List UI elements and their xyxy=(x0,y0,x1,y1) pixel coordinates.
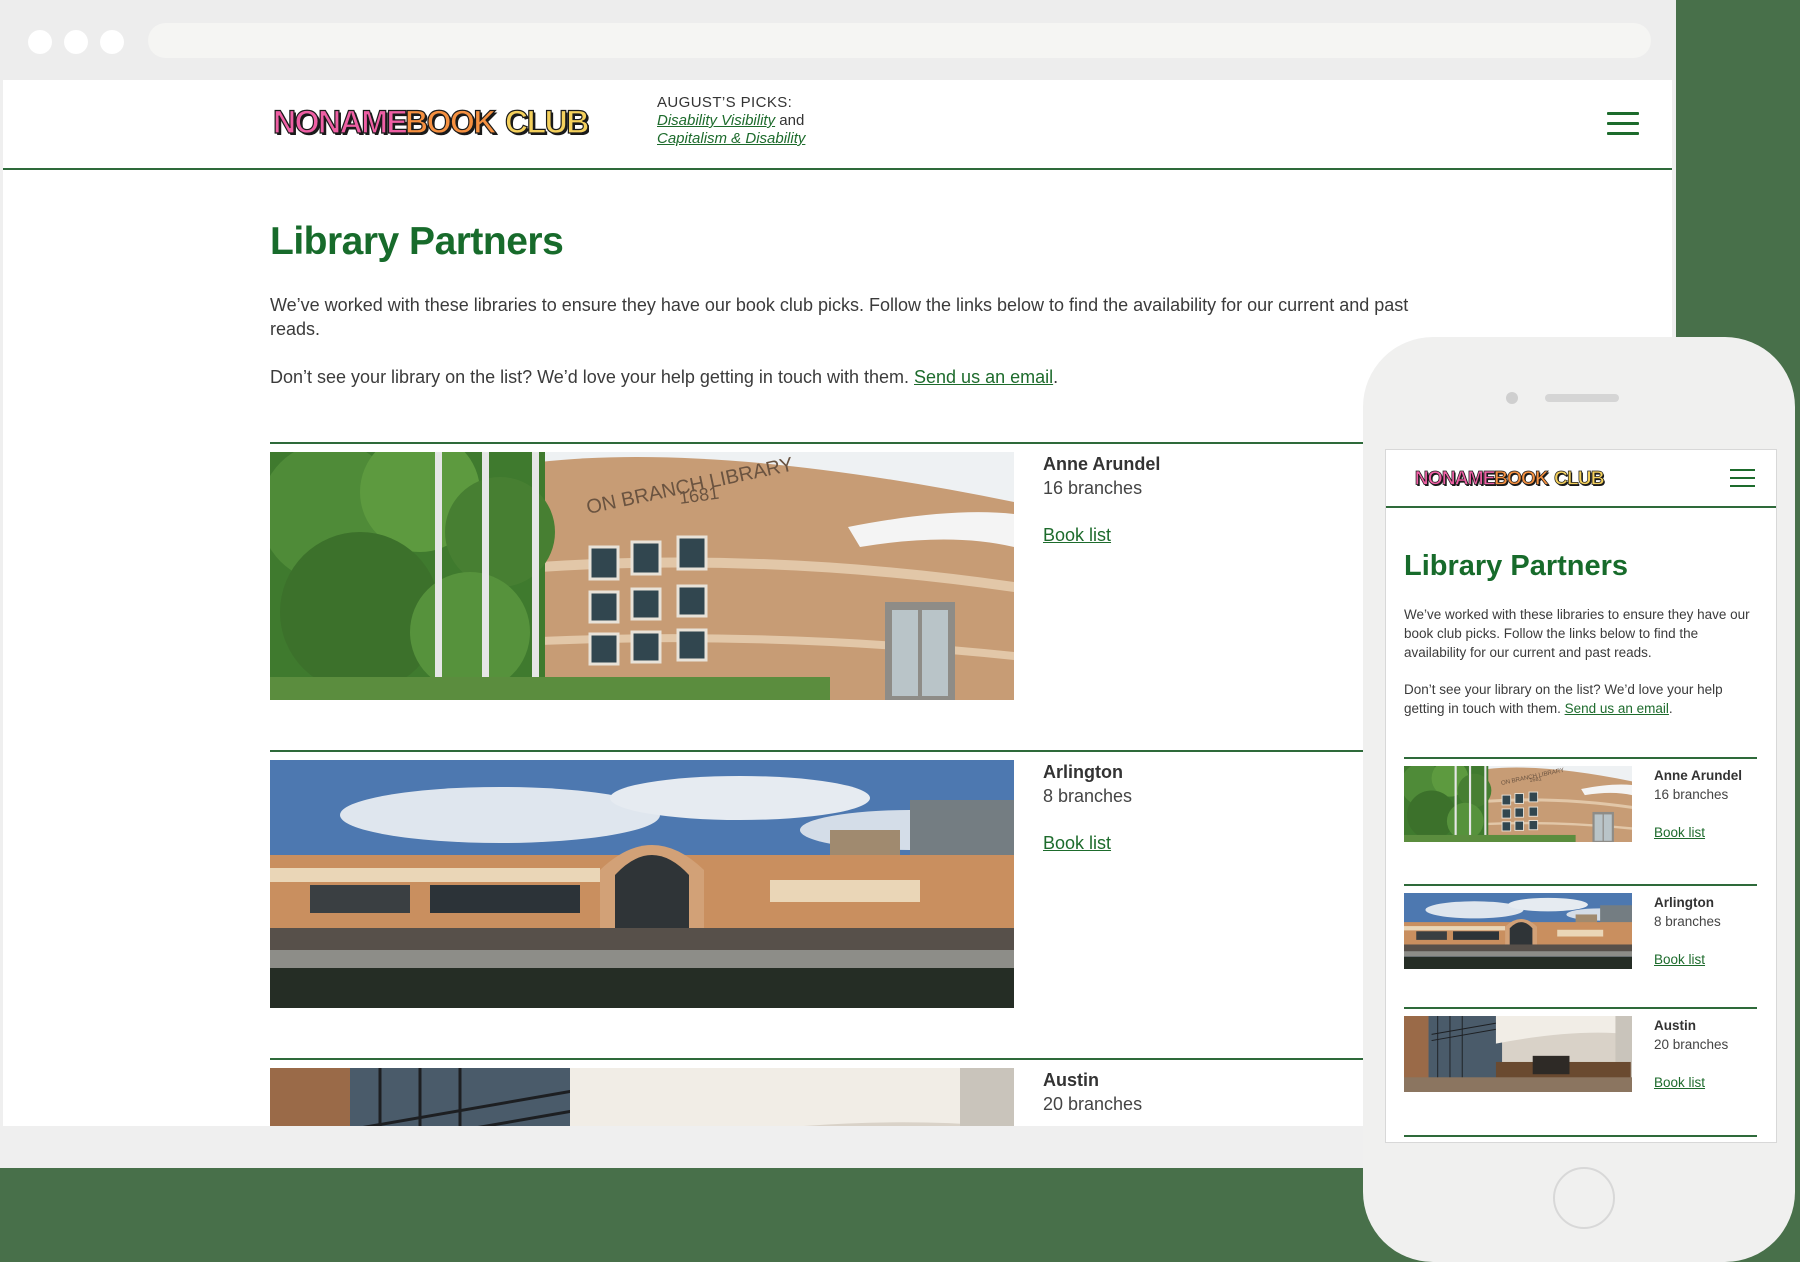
book-list-link[interactable]: Book list xyxy=(1654,1075,1705,1090)
mobile-send-email-link[interactable]: Send us an email xyxy=(1565,701,1669,716)
svg-text:NONAME: NONAME xyxy=(273,104,407,140)
branch-count: 8 branches xyxy=(1043,786,1133,806)
book-list-link[interactable]: Book list xyxy=(1654,952,1705,967)
mobile-hamburger-menu-icon[interactable] xyxy=(1730,468,1756,490)
pick-link-capitalism-disability[interactable]: Capitalism & Disability xyxy=(657,130,805,147)
picks-label: AUGUST’S PICKS: xyxy=(657,94,793,111)
library-photo xyxy=(270,452,1014,700)
mobile-divider xyxy=(1404,1135,1757,1137)
branch-count: 8 branches xyxy=(1654,914,1721,929)
library-entry-arlington: Arlington 8 branches Book list xyxy=(270,750,1370,752)
library-photo xyxy=(1404,1016,1632,1092)
library-name: Anne Arundel xyxy=(1654,768,1743,783)
library-name: Anne Arundel xyxy=(1043,454,1161,474)
branch-count: 20 branches xyxy=(1654,1037,1729,1052)
page-title: Library Partners xyxy=(270,220,564,263)
contact-text: Don’t see your library on the list? We’d… xyxy=(270,367,915,387)
site-header: NONAME NONAME BOOK BOOK CLUB CLUB AUGUST… xyxy=(3,80,1672,170)
window-zoom-dot[interactable] xyxy=(100,30,124,54)
library-photo xyxy=(270,760,1014,1008)
svg-text:CLUB: CLUB xyxy=(505,104,588,140)
library-photo xyxy=(1404,766,1632,842)
mobile-screen: NONAME NONAME BOOK BOOK CLUB CLUB Librar… xyxy=(1385,449,1777,1143)
send-email-link[interactable]: Send us an email xyxy=(914,367,1053,387)
mobile-page-title: Library Partners xyxy=(1404,550,1629,582)
intro-paragraph: We’ve worked with these libraries to ens… xyxy=(270,295,1409,339)
library-name: Arlington xyxy=(1654,895,1714,910)
mobile-library-entry-austin: Austin 20 branches Book list xyxy=(1404,1007,1757,1009)
book-list-link[interactable]: Book list xyxy=(1043,833,1111,854)
book-list-link[interactable]: Book list xyxy=(1043,525,1111,546)
monthly-picks: AUGUST’S PICKS: Disability Visibility an… xyxy=(657,94,805,148)
noname-book-club-logo[interactable]: NONAME NONAME BOOK BOOK CLUB CLUB xyxy=(271,102,589,142)
svg-text:CLUB: CLUB xyxy=(1554,469,1604,490)
noname-book-club-logo[interactable]: NONAME NONAME BOOK BOOK CLUB CLUB xyxy=(1404,466,1614,490)
phone-home-button[interactable] xyxy=(1553,1167,1615,1229)
mobile-site-header: NONAME NONAME BOOK BOOK CLUB CLUB xyxy=(1386,450,1776,508)
svg-text:NONAME: NONAME xyxy=(1415,469,1496,490)
window-close-dot[interactable] xyxy=(28,30,52,54)
branch-count: 16 branches xyxy=(1654,787,1729,802)
branch-count: 20 branches xyxy=(1043,1094,1143,1114)
address-bar[interactable] xyxy=(148,23,1651,58)
window-minimize-dot[interactable] xyxy=(64,30,88,54)
contact-end: . xyxy=(1668,701,1673,716)
library-entry-anne-arundel: Anne Arundel 16 branches Book list xyxy=(270,442,1370,444)
browser-chrome xyxy=(0,0,1676,80)
library-photo xyxy=(1404,893,1632,969)
library-entry-austin: Austin 20 branches xyxy=(270,1058,1370,1060)
mobile-intro-paragraph: We’ve worked with these libraries to ens… xyxy=(1404,607,1750,660)
pick-link-disability-visibility[interactable]: Disability Visibility xyxy=(657,112,775,129)
library-photo xyxy=(270,1068,1014,1126)
hamburger-menu-icon[interactable] xyxy=(1607,110,1641,138)
contact-paragraph: Don’t see your library on the list? We’d… xyxy=(270,365,1430,389)
mobile-contact-paragraph: Don’t see your library on the list? We’d… xyxy=(1404,680,1759,718)
phone-speaker xyxy=(1545,394,1619,402)
mobile-library-entry-arlington: Arlington 8 branches Book list xyxy=(1404,884,1757,886)
mobile-phone-mockup: NONAME NONAME BOOK BOOK CLUB CLUB Librar… xyxy=(1363,337,1795,1262)
book-list-link[interactable]: Book list xyxy=(1654,825,1705,840)
svg-text:BOOK: BOOK xyxy=(1494,469,1549,490)
contact-end: . xyxy=(1053,367,1059,387)
library-name: Austin xyxy=(1043,1070,1099,1090)
phone-camera xyxy=(1506,392,1518,404)
branch-count: 16 branches xyxy=(1043,478,1143,498)
mobile-library-entry-anne-arundel: Anne Arundel 16 branches Book list xyxy=(1404,757,1757,759)
library-name: Arlington xyxy=(1043,762,1123,782)
picks-joiner: and xyxy=(779,112,805,129)
library-name: Austin xyxy=(1654,1018,1696,1033)
svg-text:BOOK: BOOK xyxy=(405,104,496,140)
contact-text: Don’t see your library on the list? We’d… xyxy=(1404,682,1723,716)
